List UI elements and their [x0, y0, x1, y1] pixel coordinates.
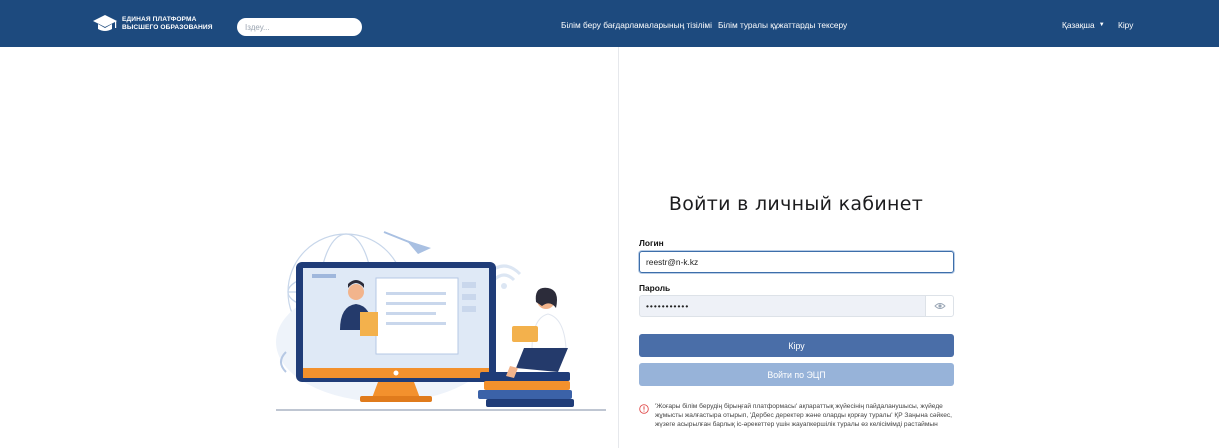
login-input[interactable]	[639, 251, 954, 273]
eye-icon	[933, 303, 946, 309]
logo-line-2: ВЫСШЕГО ОБРАЗОВАНИЯ	[122, 24, 213, 31]
consent-notice: 'Жоғары білім берудің бірыңғай платформа…	[639, 402, 957, 430]
language-label: Қазақша	[1062, 20, 1095, 30]
login-label: Логин	[639, 238, 664, 248]
nav-programs-registry[interactable]: Білім беру бағдарламаларының тізілімі	[561, 20, 712, 30]
password-input[interactable]	[639, 295, 925, 317]
header-login-link[interactable]: Кіру	[1118, 20, 1133, 30]
graduation-cap-icon	[93, 15, 117, 31]
page-title: Войти в личный кабинет	[668, 193, 924, 215]
consent-notice-text: 'Жоғары білім берудің бірыңғай платформа…	[655, 403, 952, 429]
warning-circle-icon	[639, 404, 649, 414]
caret-down-icon: ▼	[1098, 22, 1105, 28]
logo-line-1: ЕДИНАЯ ПЛАТФОРМА	[122, 16, 197, 23]
password-visibility-toggle[interactable]	[925, 295, 954, 317]
password-label: Пароль	[639, 283, 671, 293]
main-nav: Білім беру бағдарламаларының тізілімі Бі…	[561, 20, 847, 30]
ecp-login-button[interactable]: Войти по ЭЦП	[639, 363, 954, 386]
search-input[interactable]	[237, 18, 362, 36]
login-button[interactable]: Кіру	[639, 334, 954, 357]
online-learning-illustration	[276, 231, 606, 411]
logo-text: ЕДИНАЯ ПЛАТФОРМА ВЫСШЕГО ОБРАЗОВАНИЯ	[122, 16, 213, 32]
nav-document-check[interactable]: Білім туралы құжаттарды тексеру	[718, 20, 847, 30]
vertical-divider	[618, 47, 619, 448]
language-selector[interactable]: Қазақша ▼	[1062, 20, 1105, 30]
top-navbar: ЕДИНАЯ ПЛАТФОРМА ВЫСШЕГО ОБРАЗОВАНИЯ Біл…	[0, 0, 1219, 47]
platform-logo[interactable]: ЕДИНАЯ ПЛАТФОРМА ВЫСШЕГО ОБРАЗОВАНИЯ	[92, 12, 228, 36]
